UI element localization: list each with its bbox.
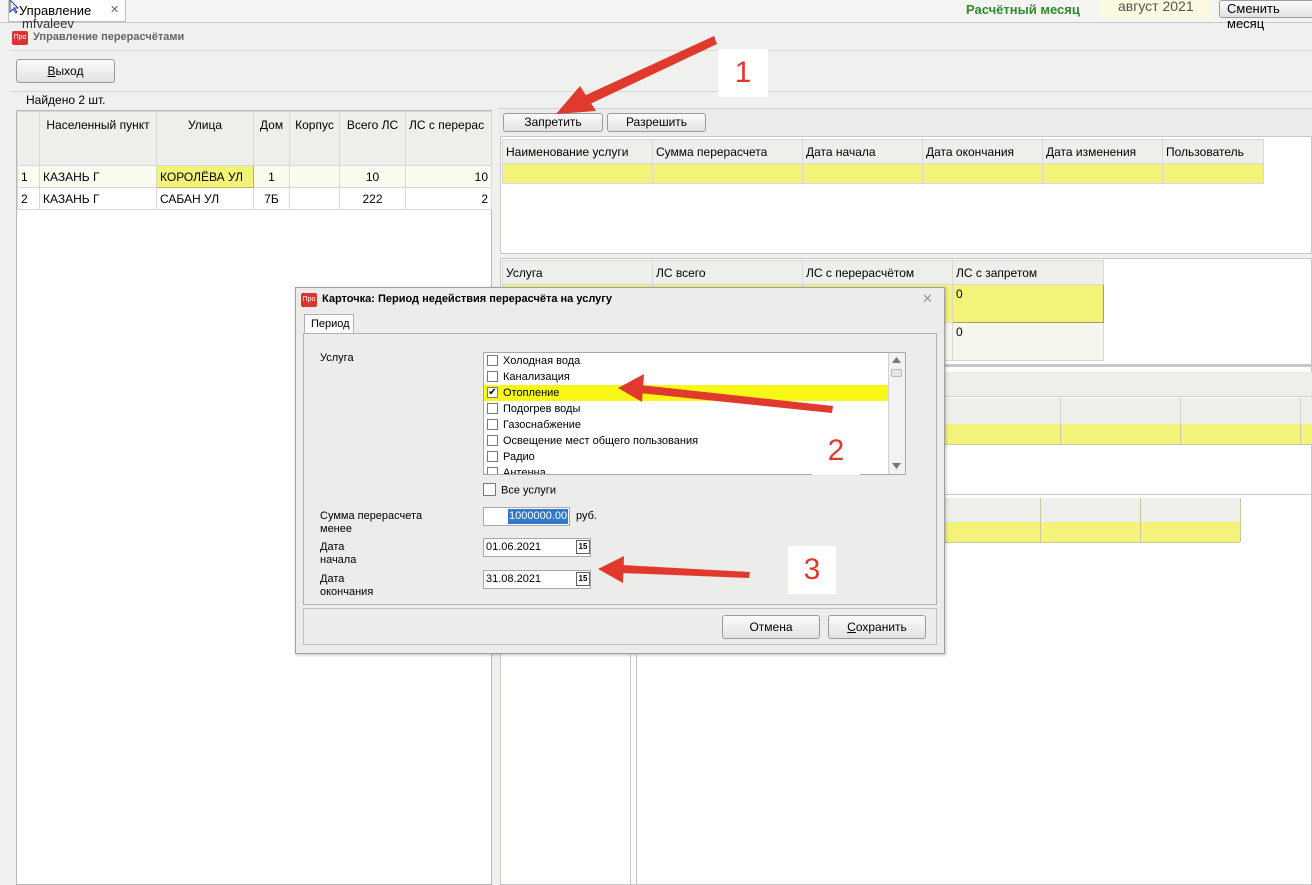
annotation-arrows	[556, 36, 833, 583]
arrow-3-icon	[598, 556, 750, 583]
annotation-number-2: 2	[812, 427, 860, 475]
annotation-number-1: 1	[718, 49, 768, 97]
annotation-number-3: 3	[788, 546, 836, 594]
arrow-2-icon	[618, 374, 833, 413]
arrow-1-icon	[556, 36, 717, 114]
